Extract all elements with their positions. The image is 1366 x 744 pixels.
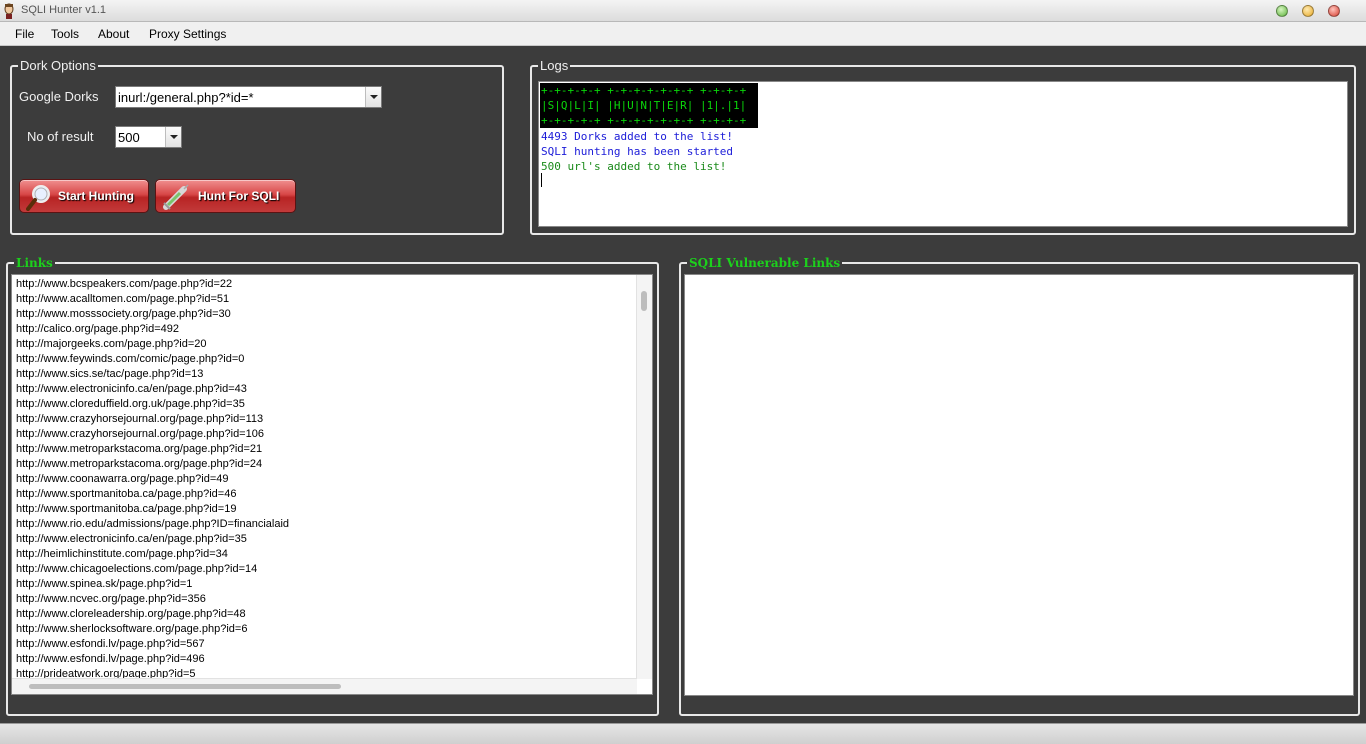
list-item[interactable]: http://heimlichinstitute.com/page.php?id… (16, 547, 228, 562)
links-list[interactable]: http://www.bcspeakers.com/page.php?id=22… (11, 274, 653, 695)
app-icon (4, 3, 14, 19)
scroll-thumb[interactable] (29, 684, 341, 689)
close-button[interactable] (1328, 5, 1340, 17)
title-bar: SQLI Hunter v1.1 (0, 0, 1366, 22)
list-item[interactable]: http://calico.org/page.php?id=492 (16, 322, 179, 337)
list-item[interactable]: http://www.spinea.sk/page.php?id=1 (16, 577, 192, 592)
magnifier-icon (26, 185, 50, 211)
list-item[interactable]: http://www.cloreduffield.org.uk/page.php… (16, 397, 245, 412)
window-title: SQLI Hunter v1.1 (21, 4, 106, 16)
list-item[interactable]: http://www.sportmanitoba.ca/page.php?id=… (16, 502, 236, 517)
list-item[interactable]: http://www.rio.edu/admissions/page.php?I… (16, 517, 289, 532)
maximize-button[interactable] (1302, 5, 1314, 17)
results-count-value: 500 (118, 130, 140, 145)
log-line: SQLI hunting has been started (541, 145, 734, 158)
list-item[interactable]: http://www.esfondi.lv/page.php?id=496 (16, 652, 205, 667)
chevron-down-icon[interactable] (365, 87, 381, 107)
chevron-down-icon[interactable] (165, 127, 181, 147)
results-count-select[interactable]: 500 (115, 126, 182, 148)
status-bar (0, 723, 1366, 744)
log-line: 4493 Dorks added to the list! (541, 130, 734, 143)
list-item[interactable]: http://www.sportmanitoba.ca/page.php?id=… (16, 487, 236, 502)
syringe-icon (163, 184, 189, 210)
scroll-thumb[interactable] (641, 291, 647, 311)
list-item[interactable]: http://www.bcspeakers.com/page.php?id=22 (16, 277, 232, 292)
menu-proxy-settings[interactable]: Proxy Settings (149, 27, 226, 41)
hunt-for-sqli-label: Hunt For SQLI (198, 189, 280, 203)
vertical-scrollbar[interactable] (636, 275, 652, 679)
ascii-banner: +-+-+-+-+ +-+-+-+-+-+-+ +-+-+-+ |S|Q|L|I… (540, 83, 758, 128)
list-item[interactable]: http://www.ncvec.org/page.php?id=356 (16, 592, 206, 607)
list-item[interactable]: http://www.electronicinfo.ca/en/page.php… (16, 532, 247, 547)
list-item[interactable]: http://www.cloreleadership.org/page.php?… (16, 607, 246, 622)
menu-about[interactable]: About (98, 27, 129, 41)
list-item[interactable]: http://www.mosssociety.org/page.php?id=3… (16, 307, 231, 322)
list-item[interactable]: http://www.esfondi.lv/page.php?id=567 (16, 637, 205, 652)
dork-options-title: Dork Options (18, 57, 98, 75)
results-count-label: No of result (27, 129, 94, 144)
links-title: Links (14, 254, 55, 272)
vulnerable-links-title: SQLI Vulnerable Links (687, 254, 843, 272)
logs-title: Logs (538, 57, 571, 75)
menu-file[interactable]: File (15, 27, 34, 41)
list-item[interactable]: http://www.metroparkstacoma.org/page.php… (16, 442, 262, 457)
vulnerable-links-list[interactable] (684, 274, 1354, 696)
minimize-button[interactable] (1276, 5, 1288, 17)
start-hunting-button[interactable]: Start Hunting (19, 179, 149, 213)
start-hunting-label: Start Hunting (58, 189, 134, 203)
list-item[interactable]: http://www.sherlocksoftware.org/page.php… (16, 622, 247, 637)
list-item[interactable]: http://www.metroparkstacoma.org/page.php… (16, 457, 262, 472)
list-item[interactable]: http://www.feywinds.com/comic/page.php?i… (16, 352, 244, 367)
hunt-for-sqli-button[interactable]: Hunt For SQLI (155, 179, 296, 213)
list-item[interactable]: http://www.crazyhorsejournal.org/page.ph… (16, 412, 263, 427)
log-line: 500 url's added to the list! (541, 160, 727, 173)
logs-output[interactable]: +-+-+-+-+ +-+-+-+-+-+-+ +-+-+-+ |S|Q|L|I… (538, 81, 1348, 227)
list-item[interactable]: http://www.crazyhorsejournal.org/page.ph… (16, 427, 264, 442)
list-item[interactable]: http://www.acalltomen.com/page.php?id=51 (16, 292, 229, 307)
google-dorks-value: inurl:/general.php?*id=* (118, 90, 254, 105)
google-dorks-select[interactable]: inurl:/general.php?*id=* (115, 86, 382, 108)
menu-tools[interactable]: Tools (51, 27, 79, 41)
text-caret (541, 173, 542, 187)
list-item[interactable]: http://www.electronicinfo.ca/en/page.php… (16, 382, 247, 397)
google-dorks-label: Google Dorks (19, 89, 99, 104)
list-item[interactable]: http://www.chicagoelections.com/page.php… (16, 562, 257, 577)
list-item[interactable]: http://www.sics.se/tac/page.php?id=13 (16, 367, 203, 382)
list-item[interactable]: http://www.coonawarra.org/page.php?id=49 (16, 472, 229, 487)
menu-bar: File Tools About Proxy Settings (0, 22, 1366, 46)
list-item[interactable]: http://majorgeeks.com/page.php?id=20 (16, 337, 207, 352)
horizontal-scrollbar[interactable] (12, 678, 637, 694)
